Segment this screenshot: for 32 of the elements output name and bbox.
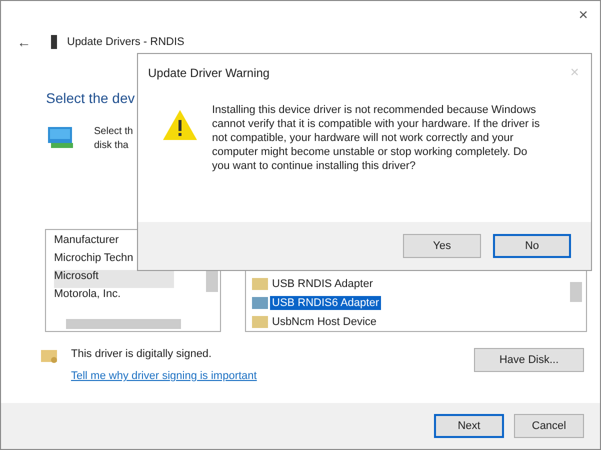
manufacturer-item[interactable]: Microsoft <box>54 270 174 288</box>
close-button[interactable]: × <box>578 7 588 25</box>
have-disk-button[interactable]: Have Disk... <box>474 348 584 372</box>
warning-message: Installing this device driver is not recommended because Windows cannot verify that it is compatible with your hardware. If the driver is not compatible, your hardware will not work correctly and your computer might become unstable or stop working completely. Do you want to continue installing this driver? <box>212 103 541 173</box>
scrollbar[interactable] <box>206 270 218 292</box>
warning-icon <box>162 109 198 141</box>
device-icon <box>51 35 57 49</box>
driver-icon <box>252 296 268 310</box>
instruction-text: Select th <box>94 125 133 139</box>
driver-icon <box>252 314 268 328</box>
certificate-icon <box>41 348 59 364</box>
model-item[interactable]: USB RNDIS6 Adapter <box>270 296 381 310</box>
wizard-title: Update Drivers - RNDIS <box>67 36 184 48</box>
dialog-title: Update Driver Warning <box>148 66 270 80</box>
network-adapter-icon <box>48 125 76 151</box>
driver-icon <box>252 276 268 290</box>
manufacturer-item[interactable]: Motorola, Inc. <box>54 288 174 306</box>
back-button[interactable]: ← <box>17 34 31 50</box>
model-item[interactable]: USB RNDIS Adapter <box>270 276 375 290</box>
manufacturer-list[interactable]: Manufacturer Microchip Techn Microsoft Motorola, Inc. <box>45 229 221 332</box>
instruction-text: disk tha <box>94 139 130 153</box>
scrollbar[interactable] <box>570 282 582 302</box>
help-link[interactable]: Tell me why driver signing is important <box>71 370 257 382</box>
scrollbar[interactable] <box>66 319 181 329</box>
signed-note: This driver is digitally signed. <box>71 348 213 360</box>
dialog-button[interactable]: No <box>493 234 571 258</box>
column-header: Manufacturer <box>54 234 120 248</box>
page-heading: Select the dev <box>46 89 136 107</box>
wizard-button[interactable]: Cancel <box>514 414 584 438</box>
model-item[interactable]: UsbNcm Host Device <box>270 314 379 328</box>
dialog-button[interactable]: Yes <box>403 234 481 258</box>
wizard-button[interactable]: Next <box>434 414 504 438</box>
